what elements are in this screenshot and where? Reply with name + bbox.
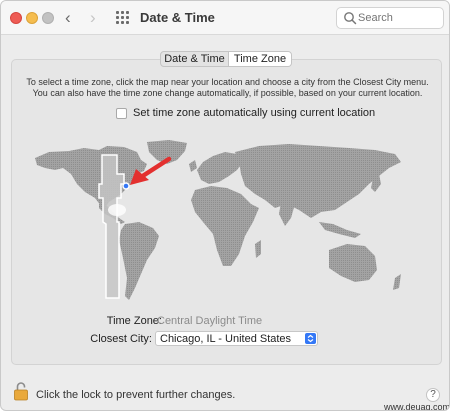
intro-text-line-1: To select a time zone, click the map nea… [26, 77, 429, 87]
closest-city-select[interactable]: Chicago, IL - United States [155, 331, 318, 346]
back-icon[interactable]: ‹ [65, 8, 71, 28]
forward-icon[interactable]: › [90, 8, 96, 28]
uk-landmass [189, 160, 197, 172]
zoom-button[interactable] [42, 12, 54, 24]
closest-city-value[interactable]: Chicago, IL - United States [160, 333, 291, 345]
lock-icon[interactable] [13, 381, 29, 401]
segmented-tabs: Date & Time Time Zone [160, 51, 292, 67]
close-button[interactable] [10, 12, 22, 24]
time-zone-panel: To select a time zone, click the map nea… [11, 59, 442, 365]
checkbox-box[interactable] [116, 108, 127, 119]
help-button[interactable]: ? [426, 388, 440, 402]
window-title: Date & Time [140, 10, 215, 25]
watermark: www.deuaq.com [384, 402, 450, 411]
tab-date-time[interactable]: Date & Time [161, 52, 229, 66]
north-america-landmass [35, 146, 147, 208]
time-zone-label: Time Zone: [106, 315, 162, 327]
india-landmass [279, 202, 295, 226]
closest-city-label: Closest City: [90, 333, 152, 345]
search-input[interactable] [358, 10, 440, 26]
minimize-button[interactable] [26, 12, 38, 24]
europe-landmass [197, 152, 243, 184]
africa-landmass [191, 186, 259, 266]
lock-text: Click the lock to prevent further change… [36, 389, 236, 401]
grid-icon[interactable] [116, 11, 130, 25]
selected-time-zone-band [98, 154, 125, 299]
title-bar: ‹ › Date & Time [1, 1, 449, 35]
gulf-of-mexico-highlight [108, 204, 126, 216]
new-zealand-landmass [393, 274, 401, 290]
search-field[interactable] [336, 7, 444, 29]
tab-time-zone[interactable]: Time Zone [229, 52, 291, 66]
madagascar-landmass [255, 240, 261, 258]
south-america-landmass [119, 222, 159, 300]
search-icon [344, 12, 357, 25]
chevron-updown-icon[interactable] [305, 333, 316, 344]
system-preferences-window: ‹ › Date & Time To select a time zone, c… [0, 0, 450, 411]
australia-landmass [329, 244, 377, 282]
auto-timezone-label[interactable]: Set time zone automatically using curren… [133, 107, 375, 119]
southeast-asia-islands [319, 222, 361, 238]
intro-text-line-2: You can also have the time zone change a… [32, 88, 423, 98]
chicago-location-marker [122, 182, 130, 190]
time-zone-value: Central Daylight Time [157, 315, 263, 327]
